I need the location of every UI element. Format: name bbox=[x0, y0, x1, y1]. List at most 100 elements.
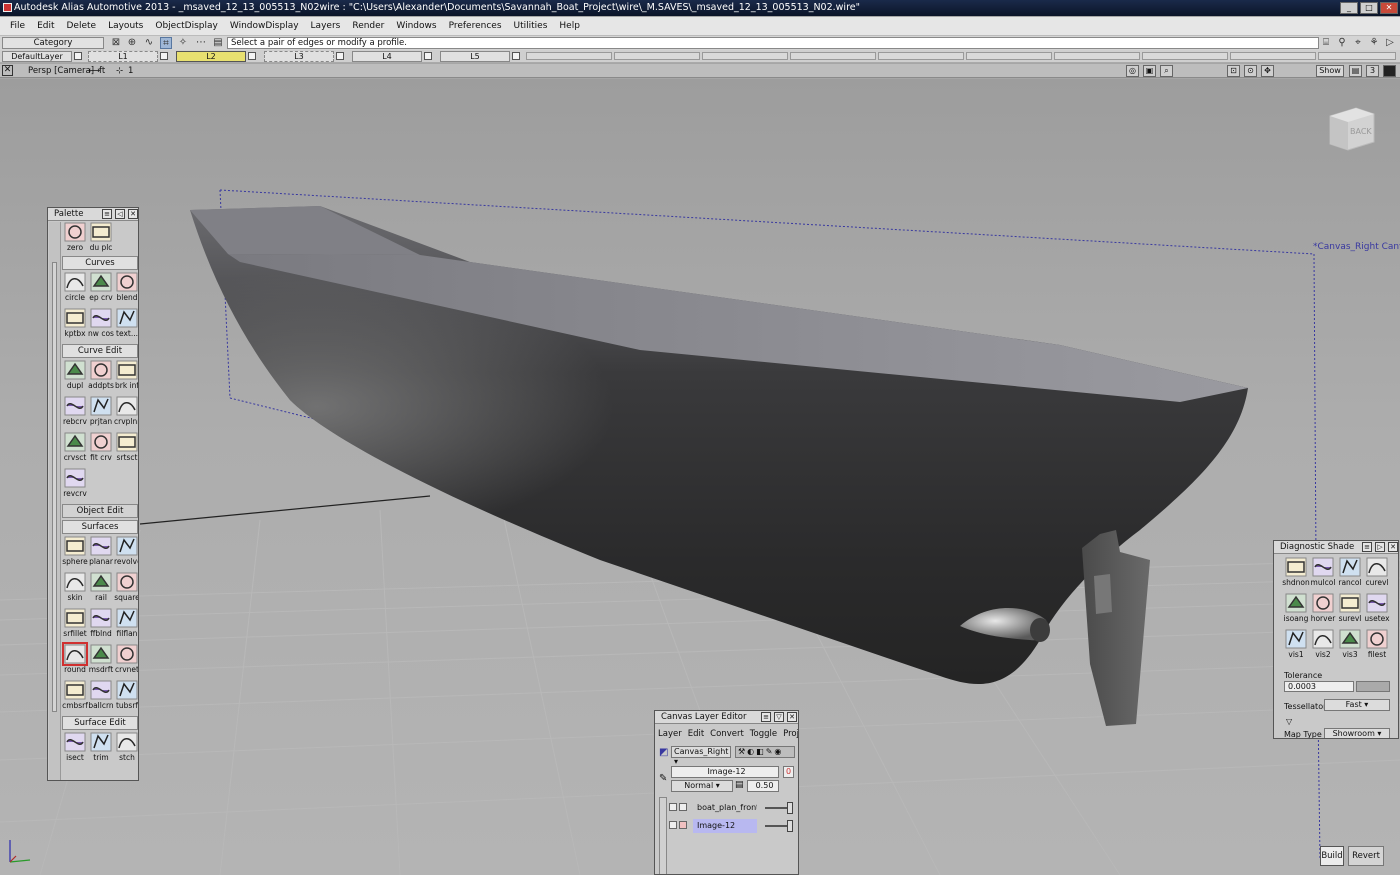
empty-layer-slot[interactable] bbox=[614, 52, 700, 60]
menu-windowdisplay[interactable]: WindowDisplay bbox=[224, 17, 305, 35]
palette-section-surface-edit[interactable]: Surface Edit bbox=[62, 716, 138, 730]
diagnostic-expand-icon[interactable]: ▷ bbox=[1375, 542, 1385, 552]
magnet-icon[interactable]: ⚘ bbox=[1368, 37, 1380, 49]
canvas-layer-row[interactable]: Image-12 bbox=[669, 819, 797, 833]
close-view-icon[interactable]: ✕ bbox=[2, 65, 13, 76]
map-type-dropdown[interactable]: Showroom ▾ bbox=[1324, 728, 1390, 738]
shade-vis2[interactable]: vis2 bbox=[1309, 629, 1337, 663]
palette-scroll-thumb[interactable] bbox=[52, 262, 57, 712]
layer-l4[interactable]: L4 bbox=[352, 51, 422, 62]
shade-vis1[interactable]: vis1 bbox=[1282, 629, 1310, 663]
layer-visibility-toggle[interactable] bbox=[669, 821, 677, 829]
canvas-layer-name[interactable]: boat_plan_front_ bbox=[693, 801, 757, 815]
menu-layers[interactable]: Layers bbox=[305, 17, 347, 35]
play-icon[interactable]: ▷ bbox=[1384, 37, 1396, 49]
look-at-icon[interactable]: ◎ bbox=[1126, 65, 1139, 77]
palette-close-icon[interactable]: ✕ bbox=[128, 209, 138, 219]
tool-sphere[interactable]: sphere bbox=[62, 536, 88, 570]
menu-preferences[interactable]: Preferences bbox=[443, 17, 508, 35]
canvas-layer-row[interactable]: boat_plan_front_ bbox=[669, 801, 797, 815]
tolerance-field[interactable]: 0.0003 bbox=[1284, 681, 1354, 692]
canvas-dropdown[interactable]: Canvas_Right ▾ bbox=[671, 746, 731, 766]
layer-l1[interactable]: L1 bbox=[88, 51, 158, 62]
palette-menu-icon[interactable]: ≡ bbox=[102, 209, 112, 219]
tool-msdrft[interactable]: msdrft bbox=[88, 644, 114, 678]
view-count[interactable]: 3 bbox=[1366, 65, 1379, 77]
tool-srtsct[interactable]: srtsct bbox=[114, 432, 138, 466]
palette-section-curves[interactable]: Curves bbox=[62, 256, 138, 270]
image-badge[interactable]: 0 bbox=[783, 766, 794, 778]
pick-point-icon[interactable]: ⌗ bbox=[160, 37, 172, 49]
tool-rebcrv[interactable]: rebcrv bbox=[62, 396, 88, 430]
shade-mulcol[interactable]: mulcol bbox=[1309, 557, 1337, 591]
maximize-button[interactable]: □ bbox=[1360, 2, 1378, 14]
layer-l5-visibility-toggle[interactable] bbox=[512, 52, 520, 60]
tool-kptbx[interactable]: kptbx bbox=[62, 308, 88, 342]
menu-objectdisplay[interactable]: ObjectDisplay bbox=[149, 17, 224, 35]
menu-edit[interactable]: Edit bbox=[31, 17, 60, 35]
tool-ep-crv[interactable]: ep crv bbox=[88, 272, 114, 306]
tool-dupl[interactable]: dupl bbox=[62, 360, 88, 394]
pick-curve-icon[interactable]: ∿ bbox=[143, 37, 155, 49]
tolerance-slider[interactable] bbox=[1356, 681, 1390, 692]
layer-l4-visibility-toggle[interactable] bbox=[424, 52, 432, 60]
layer-l5[interactable]: L5 bbox=[440, 51, 510, 62]
le-menu-toggle[interactable]: Toggle bbox=[747, 727, 780, 741]
tool-addpts[interactable]: addpts bbox=[88, 360, 114, 394]
layer-default-visibility-toggle[interactable] bbox=[74, 52, 82, 60]
pan-icon[interactable]: ✥ bbox=[1261, 65, 1274, 77]
shade-filest[interactable]: filest bbox=[1363, 629, 1391, 663]
layer-lock-toggle[interactable] bbox=[679, 803, 687, 811]
palette-scrollbar[interactable] bbox=[49, 222, 61, 780]
shade-rancol[interactable]: rancol bbox=[1336, 557, 1364, 591]
category-dropdown[interactable]: Category bbox=[2, 37, 104, 49]
shade-isoang[interactable]: isoang bbox=[1282, 593, 1310, 627]
opacity-field[interactable]: 0.50 bbox=[747, 780, 779, 792]
grid-snap-toggle-icon[interactable]: ⊹ bbox=[116, 65, 123, 77]
empty-layer-slot[interactable] bbox=[526, 52, 612, 60]
layer-opacity-thumb[interactable] bbox=[787, 820, 793, 832]
grid-snap-icon[interactable]: ⌸ bbox=[1320, 37, 1332, 49]
image-name-field[interactable]: Image-12 bbox=[671, 766, 779, 778]
more-tools-icon[interactable]: ⋯ bbox=[195, 37, 207, 49]
tool-du-plc[interactable]: du plc bbox=[88, 222, 114, 256]
layer-editor-close-icon[interactable]: ✕ bbox=[787, 712, 797, 722]
tool-revcrv[interactable]: revcrv bbox=[62, 468, 88, 502]
tool-trim[interactable]: trim bbox=[88, 732, 114, 766]
tool-filflan[interactable]: filflan bbox=[114, 608, 138, 642]
tool-circle[interactable]: circle bbox=[62, 272, 88, 306]
shade-horver[interactable]: horver bbox=[1309, 593, 1337, 627]
empty-layer-slot[interactable] bbox=[1054, 52, 1140, 60]
tool-crvsct[interactable]: crvsct bbox=[62, 432, 88, 466]
layer-editor-menu-icon[interactable]: ≡ bbox=[761, 712, 771, 722]
tessellator-dropdown[interactable]: Fast ▾ bbox=[1324, 699, 1390, 711]
tool-crvplnr[interactable]: crvplnr bbox=[114, 396, 138, 430]
layer-list-scrollbar[interactable] bbox=[659, 797, 667, 874]
palette-titlebar[interactable]: Palette ≡ ◁ ✕ bbox=[48, 208, 138, 221]
layer-default[interactable]: DefaultLayer bbox=[2, 51, 72, 62]
empty-layer-slot[interactable] bbox=[790, 52, 876, 60]
layer-opacity-thumb[interactable] bbox=[787, 802, 793, 814]
pick-object-icon[interactable]: ⊠ bbox=[110, 37, 122, 49]
tool-srfillet[interactable]: srfillet bbox=[62, 608, 88, 642]
empty-layer-slot[interactable] bbox=[1230, 52, 1316, 60]
camera-name[interactable]: Persp [Camera] bbox=[28, 65, 94, 77]
le-menu-convert[interactable]: Convert bbox=[707, 727, 747, 741]
layer-l2-visibility-toggle[interactable] bbox=[248, 52, 256, 60]
palette-section-object-edit[interactable]: Object Edit bbox=[62, 504, 138, 518]
brush-icon[interactable]: ✎ bbox=[659, 773, 667, 784]
tool-blend[interactable]: blend bbox=[114, 272, 138, 306]
layer-editor-collapse-icon[interactable]: ▽ bbox=[774, 712, 784, 722]
tool-revolve[interactable]: revolve bbox=[114, 536, 138, 570]
tool-planar[interactable]: planar bbox=[88, 536, 114, 570]
frame-icon[interactable]: ▣ bbox=[1143, 65, 1156, 77]
canvas-layer-editor-titlebar[interactable]: Canvas Layer Editor ≡ ▽ ✕ bbox=[655, 711, 798, 724]
menu-file[interactable]: File bbox=[4, 17, 31, 35]
layer-l1-visibility-toggle[interactable] bbox=[160, 52, 168, 60]
close-window-button[interactable]: ✕ bbox=[1380, 2, 1398, 14]
le-menu-project[interactable]: Project bbox=[780, 727, 798, 741]
tool-zero[interactable]: zero bbox=[62, 222, 88, 256]
menu-help[interactable]: Help bbox=[553, 17, 586, 35]
view-cube[interactable]: BACK bbox=[1326, 106, 1378, 152]
empty-layer-slot[interactable] bbox=[1142, 52, 1228, 60]
